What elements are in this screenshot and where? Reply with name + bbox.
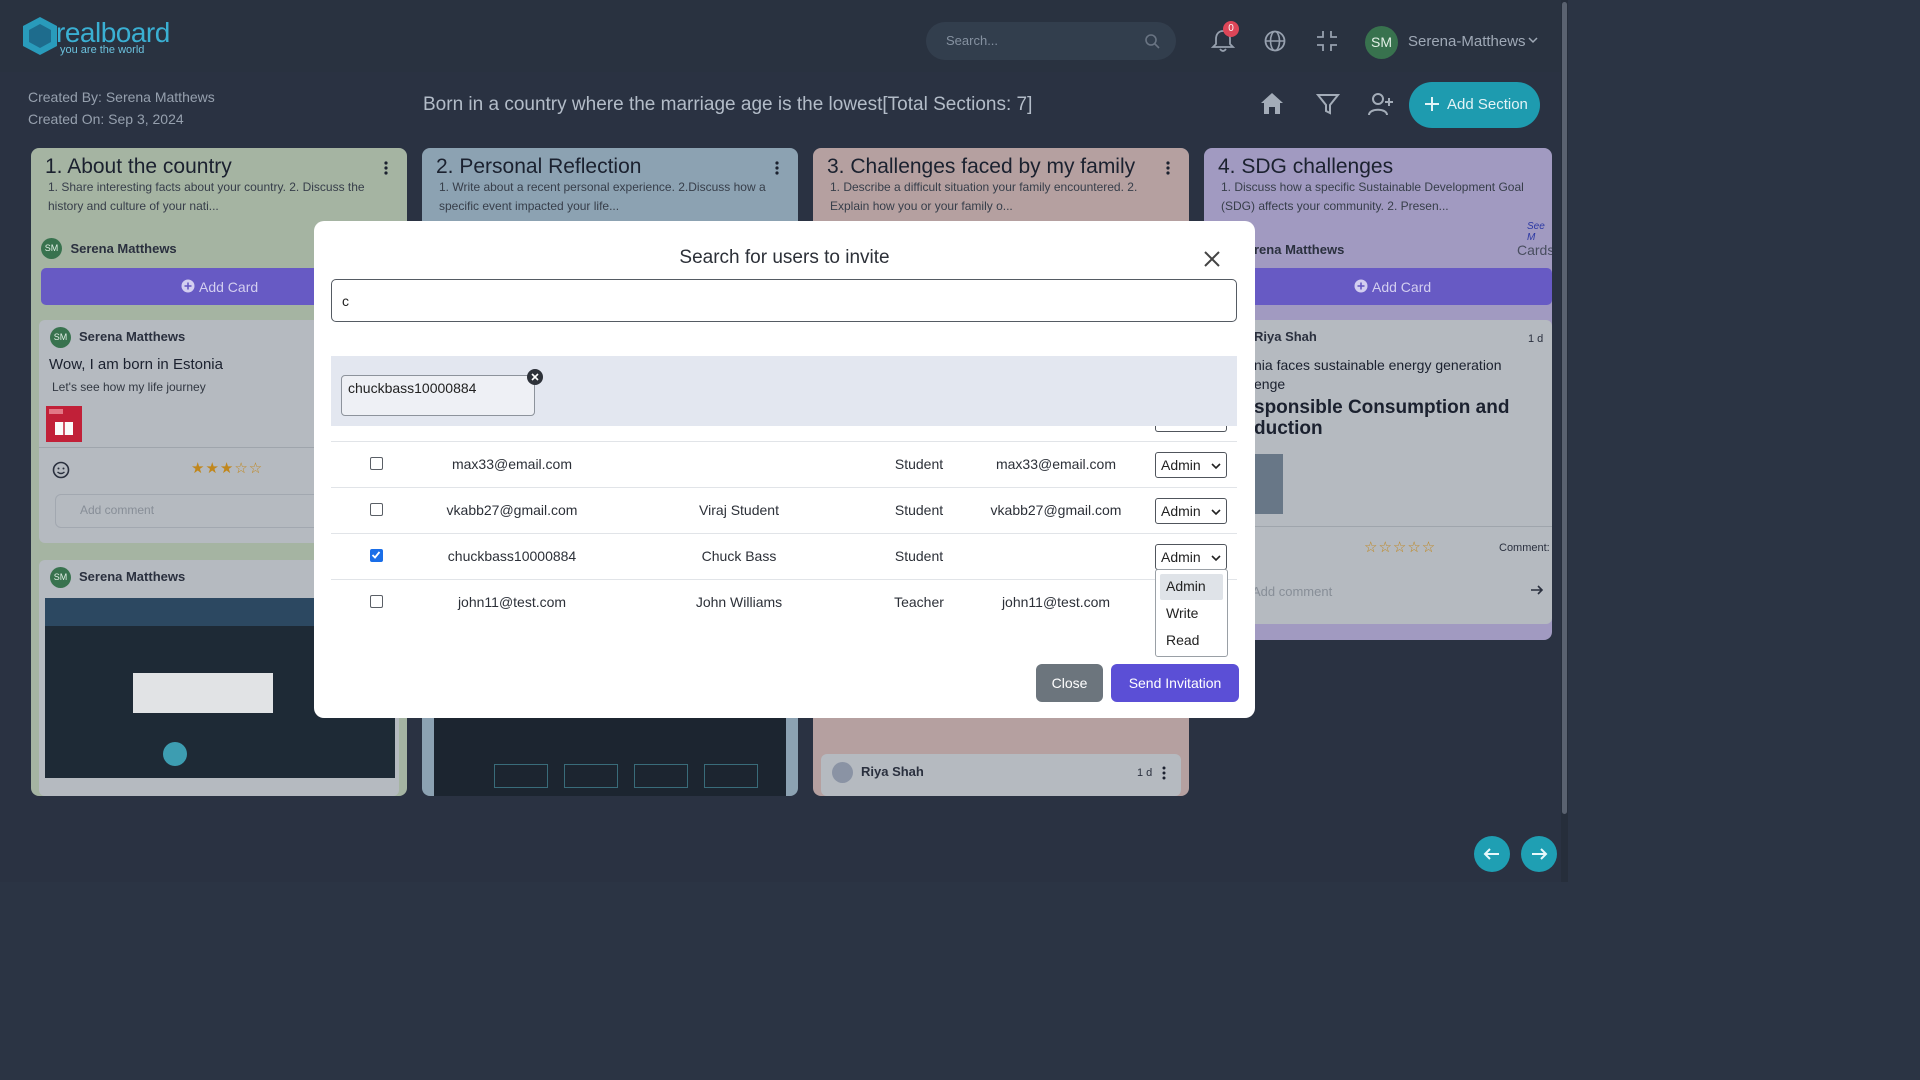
close-button-label: Close — [1051, 675, 1088, 691]
previous-section-button[interactable] — [1474, 836, 1510, 872]
row-checkbox[interactable] — [370, 503, 383, 516]
permission-dropdown: Admin Write Read — [1155, 569, 1228, 657]
send-invitation-button[interactable]: Send Invitation — [1111, 664, 1239, 702]
cell-email: john11@test.com — [1001, 594, 1111, 610]
chevron-down-icon — [1211, 509, 1221, 516]
chevron-down-icon — [1211, 463, 1221, 470]
permission-option-read[interactable]: Read — [1160, 628, 1223, 654]
close-icon[interactable] — [1202, 249, 1222, 269]
chip-label: chuckbass10000884 — [348, 380, 477, 396]
table-row[interactable]: john11@test.com John Williams Teacher jo… — [331, 580, 1237, 624]
row-checkbox[interactable] — [370, 457, 383, 470]
permission-value: Admin — [1161, 549, 1201, 565]
permission-option-write[interactable]: Write — [1160, 601, 1223, 627]
cell-role: Student — [894, 548, 944, 564]
row-checkbox[interactable] — [370, 595, 383, 608]
cell-username: john11@test.com — [457, 594, 567, 610]
selected-users-area: chuckbass10000884 — [331, 356, 1237, 426]
permission-select[interactable]: Admin — [1155, 498, 1227, 524]
permission-option-admin[interactable]: Admin — [1160, 574, 1223, 600]
arrow-right-icon — [1532, 848, 1548, 860]
next-section-button[interactable] — [1521, 836, 1557, 872]
page-scrollbar[interactable] — [1561, 0, 1568, 882]
table-row[interactable]: max33@email.com Student max33@email.com … — [331, 442, 1237, 488]
permission-select[interactable]: Admin — [1155, 452, 1227, 478]
invite-users-modal: Search for users to invite chuckbass1000… — [314, 221, 1255, 718]
table-row[interactable]: vkabb27@gmail.com Viraj Student Student … — [331, 488, 1237, 534]
cell-name: Viraj Student — [699, 502, 779, 518]
cell-name: Chuck Bass — [701, 548, 777, 564]
send-invitation-label: Send Invitation — [1128, 675, 1222, 691]
chevron-down-icon — [1211, 555, 1221, 562]
modal-title: Search for users to invite — [679, 247, 890, 268]
cell-name: John Williams — [695, 594, 783, 610]
cell-username: max33@email.com — [451, 456, 573, 472]
role-select-partial[interactable] — [1155, 426, 1227, 432]
scrollbar-thumb[interactable] — [1562, 2, 1567, 814]
permission-select-open[interactable]: Admin — [1155, 544, 1227, 570]
remove-chip-icon[interactable] — [527, 369, 543, 385]
table-row[interactable]: chuckbass10000884 Chuck Bass Student Adm… — [331, 534, 1237, 580]
users-table: max33@email.com Student max33@email.com … — [331, 426, 1237, 624]
close-button[interactable]: Close — [1036, 664, 1103, 702]
cell-role: Student — [894, 502, 944, 518]
row-checkbox-checked[interactable] — [370, 549, 383, 562]
cell-role: Teacher — [894, 594, 944, 610]
cell-username: chuckbass10000884 — [447, 548, 577, 564]
permission-value: Admin — [1161, 503, 1201, 519]
selected-user-chip: chuckbass10000884 — [341, 375, 535, 416]
permission-value: Admin — [1161, 457, 1201, 473]
user-search-input[interactable] — [331, 279, 1237, 322]
cell-email: vkabb27@gmail.com — [990, 502, 1122, 518]
cell-role: Student — [894, 456, 944, 472]
cell-username: vkabb27@gmail.com — [446, 502, 578, 518]
arrow-left-icon — [1483, 848, 1499, 860]
cell-email: max33@email.com — [995, 456, 1117, 472]
